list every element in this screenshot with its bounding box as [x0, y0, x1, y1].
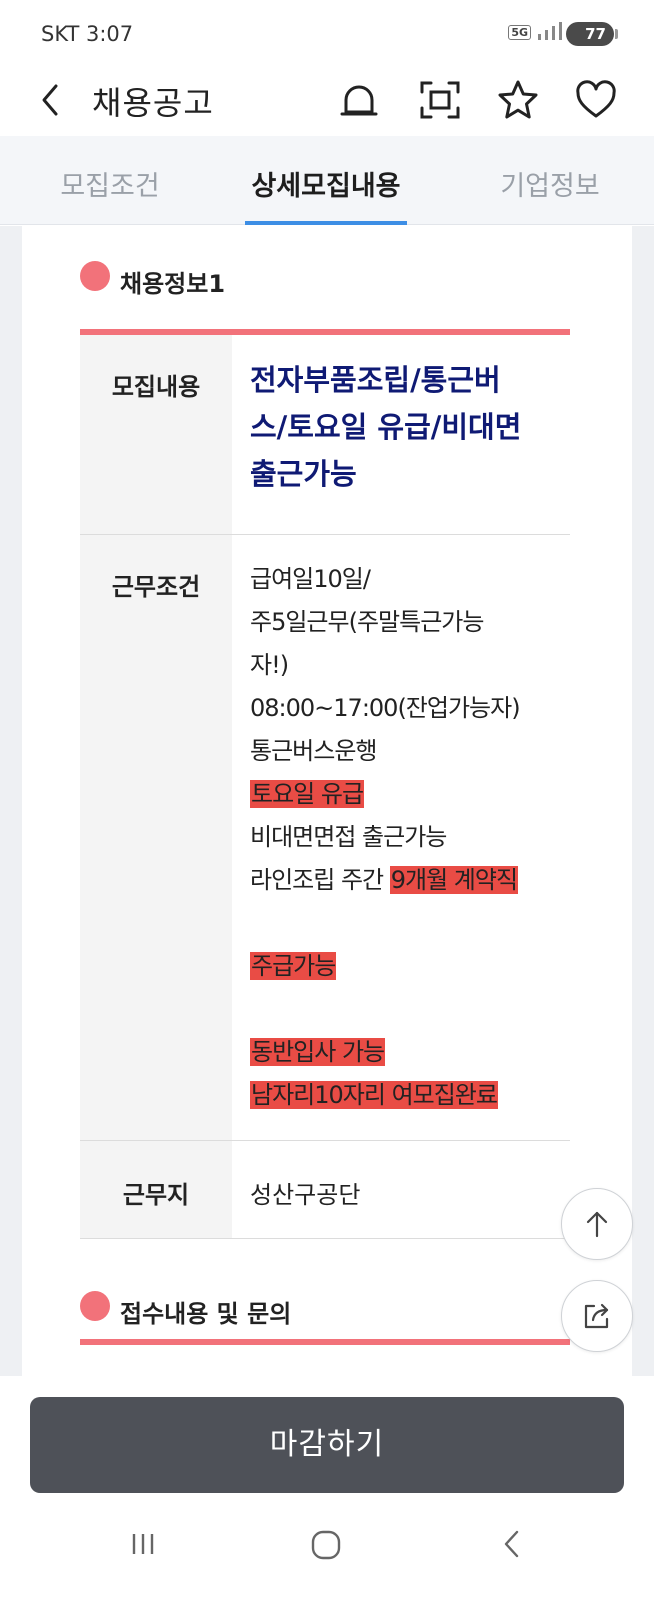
active-tab-indicator: [245, 221, 407, 225]
system-nav-bar: [0, 1517, 654, 1577]
section-header-hiring-info: 채용정보1: [80, 260, 226, 299]
tab-company-info[interactable]: 기업정보: [480, 164, 620, 203]
detail-content: 채용정보1 모집내용 전자부품조립/통근버 스/토요일 유급/비대면 출근가능 …: [22, 226, 632, 1376]
condition-line: 자!): [250, 651, 289, 679]
condition-line-highlight: 동반입사 가능: [250, 1038, 385, 1066]
scroll-top-button[interactable]: [561, 1188, 633, 1260]
left-gutter: [0, 226, 22, 1376]
share-icon: [584, 1303, 609, 1329]
condition-line: 급여일10일/: [250, 565, 371, 593]
recruit-line: 스/토요일 유급/비대면: [250, 410, 522, 444]
bell-icon[interactable]: [337, 78, 381, 122]
section-rule: [80, 1339, 570, 1345]
location-cell: 성산구공단: [232, 1141, 570, 1238]
heart-icon[interactable]: [574, 78, 618, 122]
pink-dot-icon: [80, 260, 110, 291]
condition-line: 비대면면접 출근가능: [250, 823, 447, 851]
condition-line-highlight: 남자리10자리 여모집완료: [250, 1081, 498, 1109]
back-arrow-icon[interactable]: [32, 80, 72, 120]
pink-dot-icon: [80, 1290, 110, 1321]
conditions-text: 급여일10일/ 주5일근무(주말특근가능 자!) 08:00~17:00(잔업가…: [232, 535, 570, 1140]
right-gutter: [632, 226, 654, 1376]
home-icon[interactable]: [310, 1529, 342, 1565]
condition-line-blank: [250, 988, 570, 1031]
row-header-recruit: 모집내용: [80, 335, 232, 534]
recruit-title: 전자부품조립/통근버 스/토요일 유급/비대면 출근가능: [232, 335, 570, 534]
bottom-bar: 마감하기: [0, 1377, 654, 1600]
page-title: 채용공고: [92, 84, 214, 122]
share-button[interactable]: [561, 1280, 633, 1352]
row-header-conditions: 근무조건: [80, 535, 232, 1140]
row-work-location: 근무지 성산구공단: [80, 1141, 570, 1239]
carrier-time: SKT 3:07: [41, 22, 134, 46]
tab-recruit-conditions[interactable]: 모집조건: [40, 164, 180, 203]
condition-line-highlight: 라인조립 주간 9개월 계약직: [250, 866, 518, 894]
tab-detail-recruitment[interactable]: 상세모집내용: [240, 164, 412, 203]
condition-line: 주5일근무(주말특근가능: [250, 608, 484, 636]
tab-bar: 모집조건 상세모집내용 기업정보: [0, 136, 654, 225]
condition-line-highlight: 토요일 유급: [250, 780, 364, 808]
app-bar: 채용공고: [0, 66, 654, 136]
star-icon[interactable]: [496, 78, 540, 122]
row-recruit-content: 모집내용 전자부품조립/통근버 스/토요일 유급/비대면 출근가능: [80, 335, 570, 535]
condition-line: 08:00~17:00(잔업가능자): [250, 694, 521, 722]
arrow-up-icon: [586, 1211, 608, 1238]
recruit-line: 출근가능: [250, 457, 357, 491]
system-back-icon[interactable]: [497, 1529, 527, 1563]
condition-line-blank: [250, 902, 570, 945]
condition-line-highlight: 주급가능: [250, 952, 336, 980]
status-bar: SKT 3:07 5G 77: [0, 0, 654, 66]
network-badge: 5G: [508, 25, 531, 40]
location-value: 성산구공단: [250, 1181, 361, 1209]
battery-indicator: 77: [566, 22, 618, 46]
close-posting-button[interactable]: 마감하기: [30, 1397, 624, 1493]
section-title: 접수내용 및 문의: [120, 1300, 292, 1328]
condition-line: 통근버스운행: [250, 737, 377, 765]
recruit-line: 전자부품조립/통근버: [250, 363, 501, 397]
recent-apps-icon[interactable]: [128, 1529, 158, 1563]
row-work-conditions: 근무조건 급여일10일/ 주5일근무(주말특근가능 자!) 08:00~17:0…: [80, 535, 570, 1141]
row-header-location: 근무지: [80, 1141, 232, 1238]
section-title: 채용정보1: [120, 270, 226, 298]
section-header-application: 접수내용 및 문의: [80, 1290, 292, 1329]
signal-indicator: 5G: [508, 22, 562, 40]
scan-icon[interactable]: [418, 78, 462, 122]
